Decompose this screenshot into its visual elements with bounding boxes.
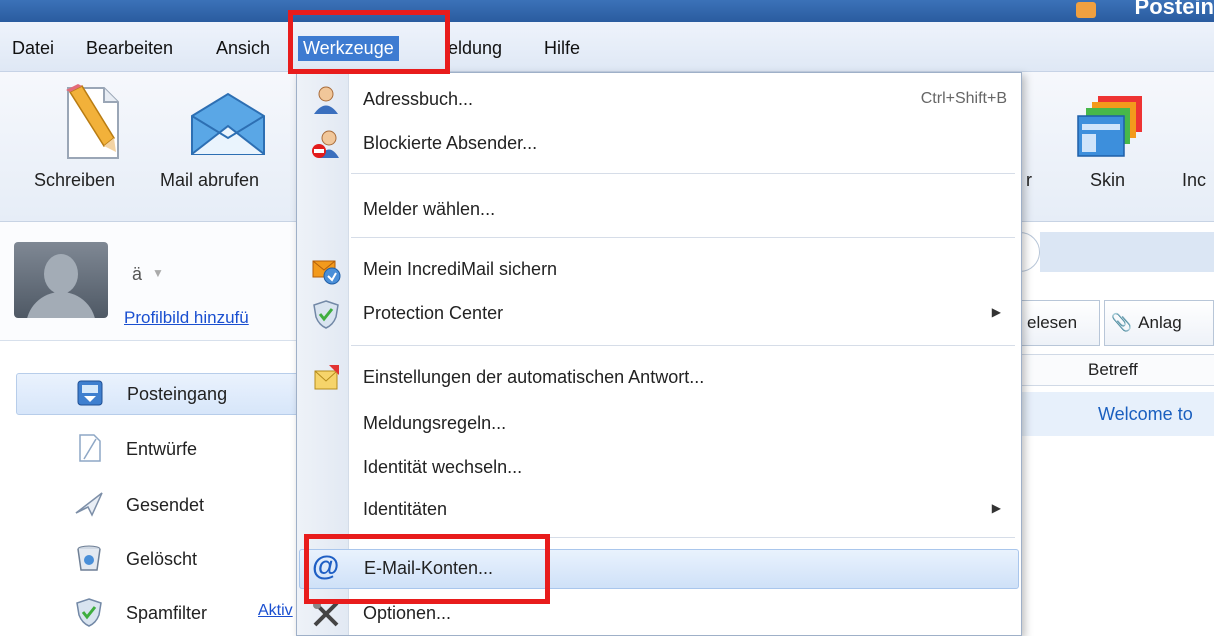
add-profile-photo-link[interactable]: Profilbild hinzufü [124, 308, 249, 328]
menu-item-auto-reply[interactable]: Einstellungen der automatischen Antwort.… [299, 359, 1019, 399]
trash-icon [77, 545, 101, 571]
folder-label: Gelöscht [126, 549, 198, 569]
mail-envelope-icon [191, 92, 265, 155]
folder-label: Posteingang [127, 384, 228, 404]
window-title: Postein [1134, 0, 1214, 19]
menu-item-switch-identity[interactable]: Identität wechseln... [299, 449, 1019, 489]
search-bar-background [1040, 232, 1214, 272]
menu-separator [351, 345, 1015, 346]
menu-item-label: Einstellungen der automatischen Antwort.… [363, 367, 705, 387]
column-header-subject[interactable]: Betreff [1088, 360, 1138, 380]
menu-item-message-rules[interactable]: Meldungsregeln... [299, 405, 1019, 445]
folder-item-drafts[interactable]: Entwürfe [16, 429, 300, 471]
folder-label: Spamfilter [126, 603, 208, 623]
skin-button[interactable]: Skin [1064, 72, 1154, 212]
toolbar-partial-label: r [1026, 170, 1032, 190]
auto-reply-icon [314, 365, 339, 390]
spamfilter-activate-link[interactable]: Aktiv [258, 602, 293, 620]
table-row[interactable]: Welcome to [1020, 392, 1214, 436]
submenu-arrow-icon: ▶ [991, 305, 1001, 319]
folder-item-inbox[interactable]: Posteingang [16, 373, 300, 415]
menu-item-address-book[interactable]: Adressbuch... Ctrl+Shift+B [299, 81, 1019, 121]
menu-separator [351, 173, 1015, 174]
menu-meldung[interactable]: eldung [448, 38, 502, 59]
app-logo-icon [1076, 2, 1096, 18]
menu-separator [351, 237, 1015, 238]
menu-item-choose-notifier[interactable]: Melder wählen... [299, 191, 1019, 231]
compose-label: Schreiben [34, 170, 116, 190]
menu-hilfe[interactable]: Hilfe [544, 38, 580, 59]
title-bar: Postein [0, 0, 1214, 22]
menu-item-label: Optionen... [363, 603, 452, 623]
message-subject: Welcome to [1098, 404, 1193, 424]
menu-bar: Datei Bearbeiten Ansich Werkzeuge eldung… [0, 22, 1214, 72]
protection-shield-icon [313, 300, 339, 329]
toolbar-partial-label-2: Inc [1182, 170, 1207, 190]
toolbar-partial-button[interactable]: r [1022, 72, 1042, 212]
folder-item-trash[interactable]: Gelöscht [16, 539, 300, 581]
menu-item-identities[interactable]: Identitäten ▶ [299, 491, 1019, 531]
menu-item-shortcut: Ctrl+Shift+B [920, 90, 1007, 107]
get-mail-label: Mail abrufen [160, 170, 260, 190]
filter-tab-read[interactable]: elesen [1020, 300, 1100, 346]
menu-datei[interactable]: Datei [12, 38, 54, 59]
menu-item-protection-center[interactable]: Protection Center ▶ [299, 295, 1019, 335]
profile-panel: ä ▼ Profilbild hinzufü [0, 222, 300, 340]
folder-label: Entwürfe [126, 439, 198, 459]
compose-button[interactable]: Schreiben [34, 72, 144, 212]
filter-tab-attachments[interactable]: 📎 Anlag [1104, 300, 1214, 346]
shield-icon [76, 598, 102, 627]
menu-item-label: Identitäten [363, 499, 448, 519]
highlight-box-email-konten [304, 534, 550, 604]
menu-item-label: Adressbuch... [363, 89, 474, 109]
menu-item-label: Melder wählen... [363, 199, 496, 219]
message-list-header: Betreff [1020, 354, 1214, 386]
blocked-sender-icon [312, 130, 339, 158]
drafts-icon [79, 434, 101, 462]
sent-icon [75, 492, 103, 517]
menu-ansicht[interactable]: Ansich [216, 38, 270, 59]
menu-bearbeiten[interactable]: Bearbeiten [86, 38, 173, 59]
menu-item-label: Mein IncrediMail sichern [363, 259, 558, 279]
menu-item-label: Meldungsregeln... [363, 413, 507, 433]
toolbar-partial-button-2[interactable]: Inc [1170, 72, 1214, 212]
folder-label: Gesendet [126, 495, 205, 515]
address-book-icon [314, 86, 338, 114]
paperclip-icon: 📎 [1111, 313, 1133, 332]
compose-icon [66, 84, 119, 159]
avatar[interactable] [14, 242, 108, 318]
menu-item-label: Identität wechseln... [363, 457, 523, 477]
backup-icon [312, 260, 341, 285]
menu-item-blocked-senders[interactable]: Blockierte Absender... [299, 125, 1019, 165]
menu-item-label: Blockierte Absender... [363, 133, 538, 153]
profile-name[interactable]: ä [132, 264, 142, 285]
chevron-down-icon[interactable]: ▼ [152, 266, 164, 280]
menu-item-label: Protection Center [363, 303, 504, 323]
inbox-icon [77, 380, 103, 406]
skin-icon [1077, 96, 1142, 157]
folder-item-sent[interactable]: Gesendet [16, 485, 300, 527]
highlight-box-werkzeuge [288, 10, 450, 74]
filter-tab-attachments-label: Anlag [1138, 313, 1182, 332]
submenu-arrow-icon: ▶ [991, 501, 1001, 515]
get-mail-button[interactable]: Mail abrufen [156, 72, 296, 212]
menu-item-backup[interactable]: Mein IncrediMail sichern [299, 251, 1019, 291]
folder-sidebar: Posteingang Entwürfe Gesendet Gelöscht S… [0, 340, 300, 636]
skin-label: Skin [1090, 170, 1126, 190]
